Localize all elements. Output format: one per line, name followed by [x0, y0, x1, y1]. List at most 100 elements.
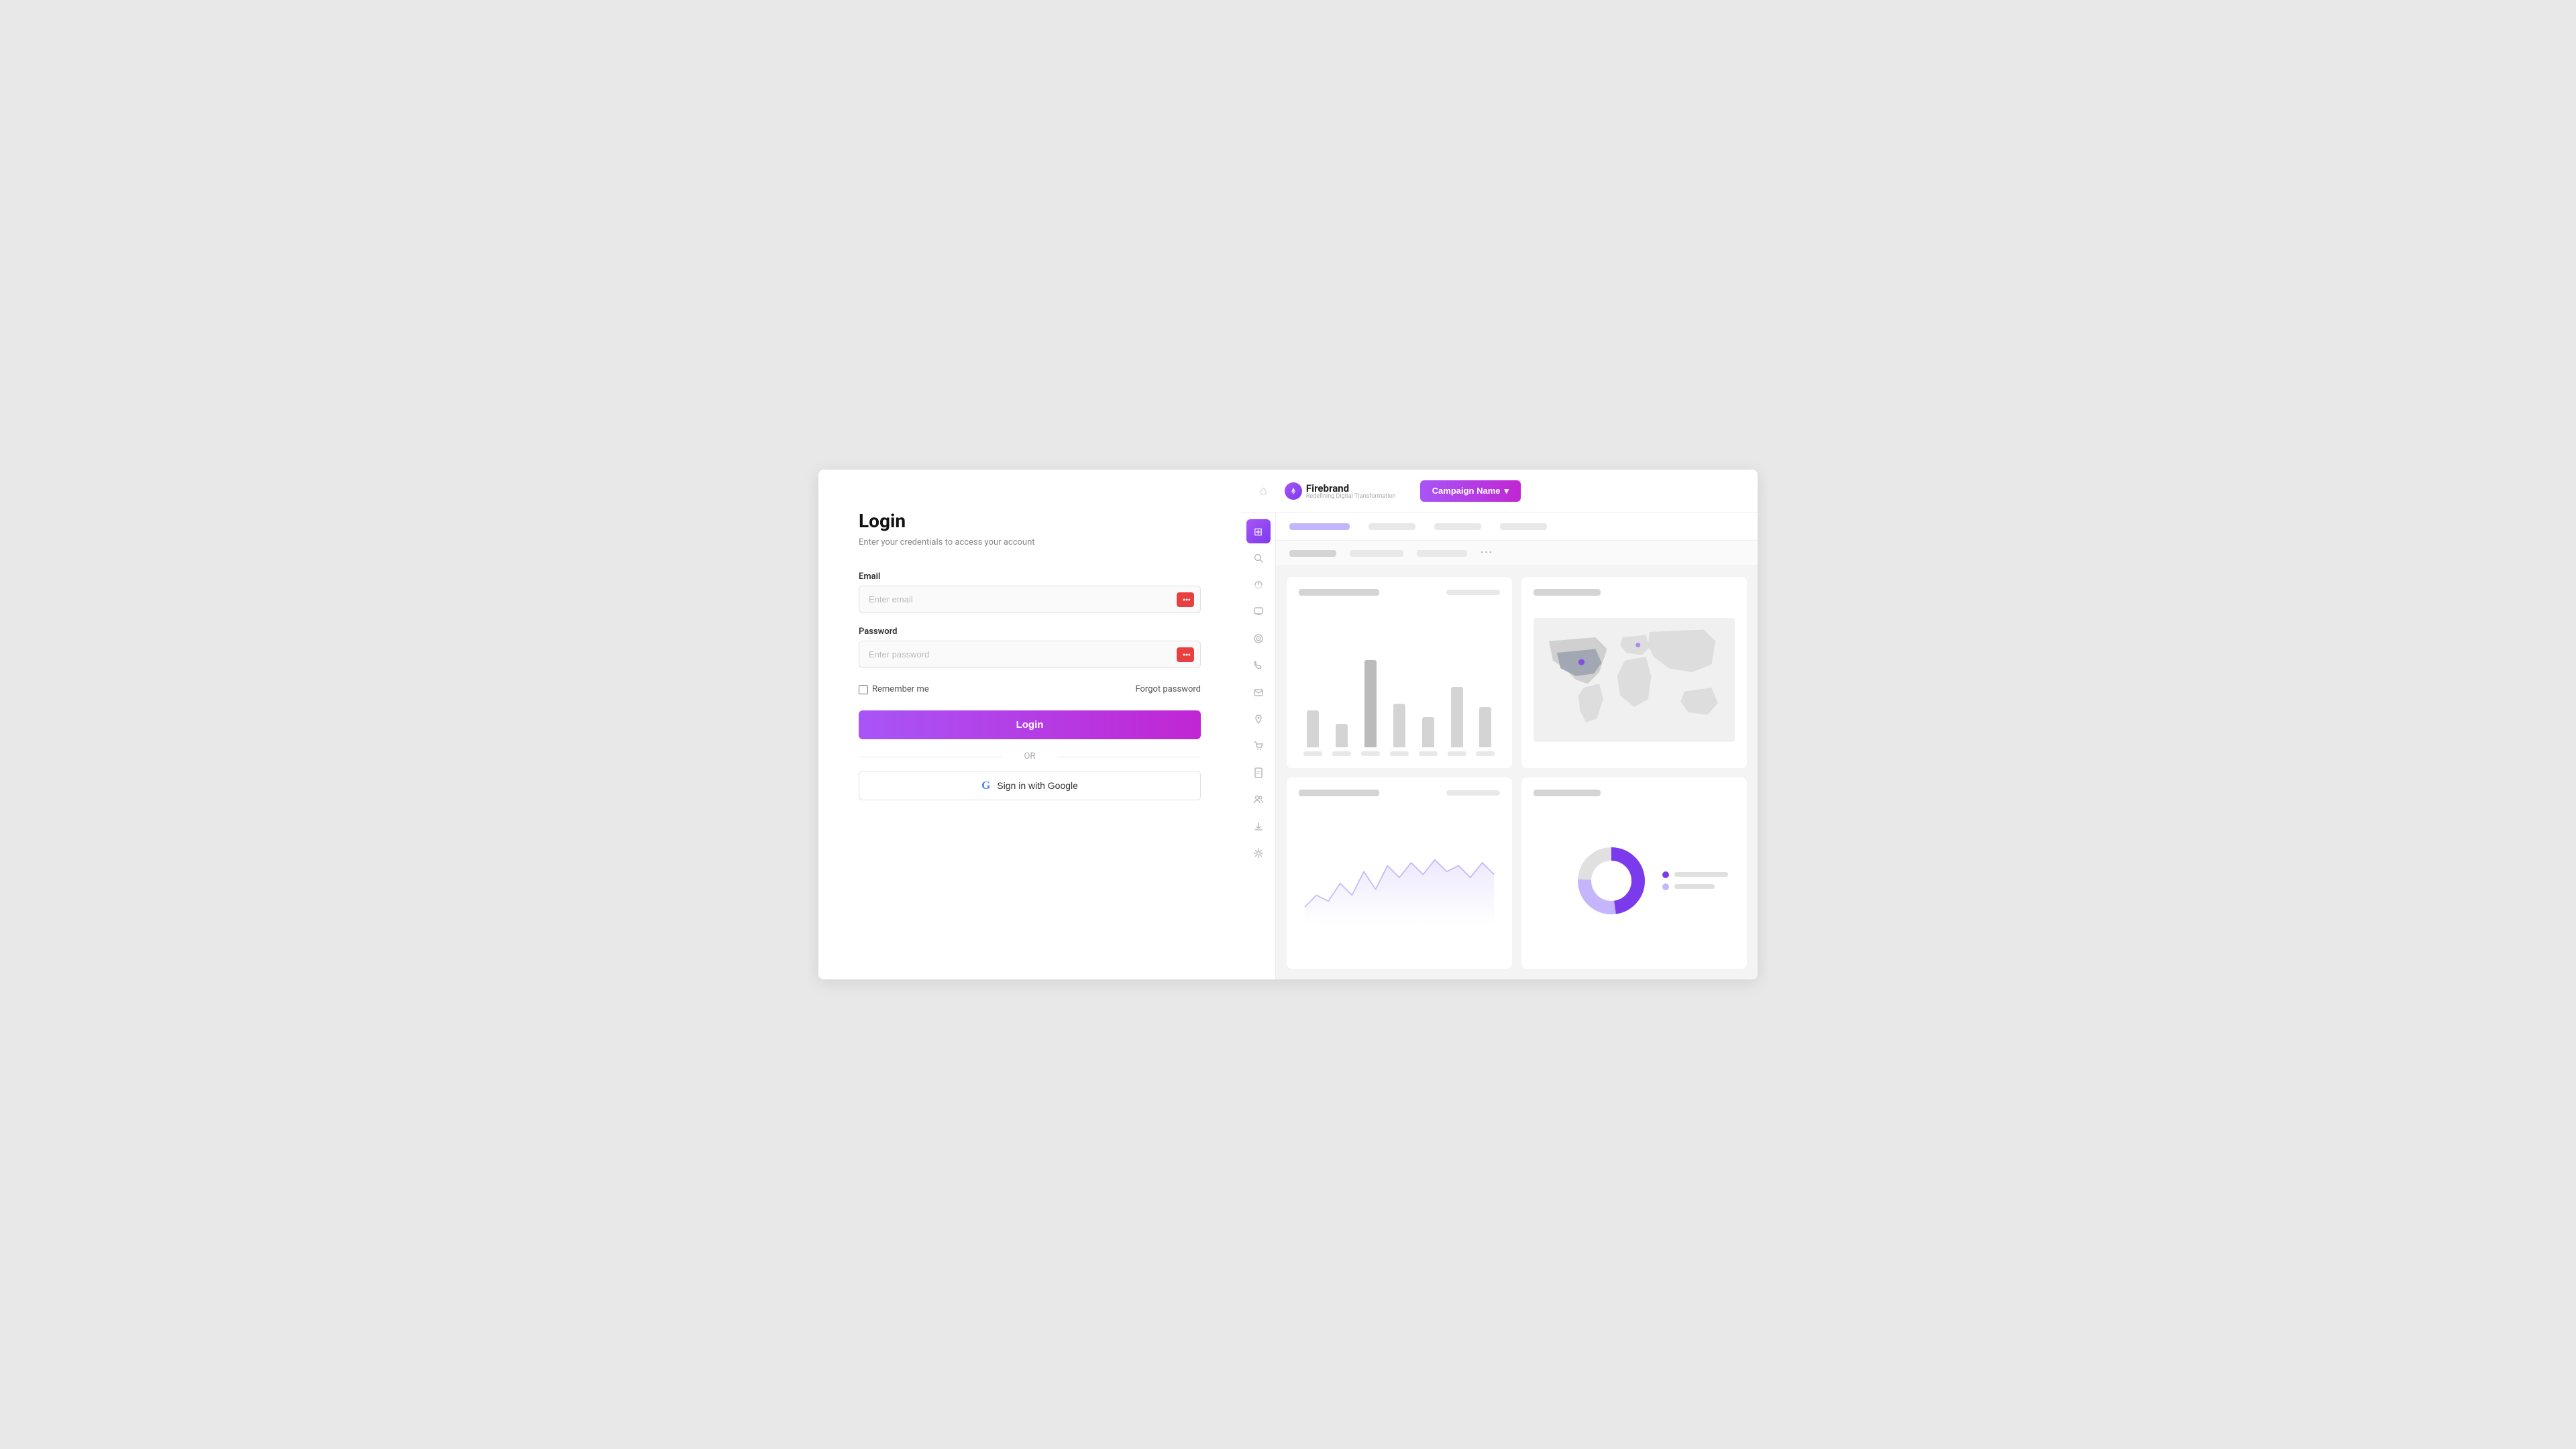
sub-nav-item-1[interactable] [1289, 550, 1336, 557]
donut-legend-label-1 [1674, 872, 1728, 877]
sub-nav-item-3[interactable] [1417, 550, 1467, 557]
form-options: Remember me Forgot password [859, 684, 1201, 694]
line-chart-title [1299, 790, 1379, 796]
email-form-group: Email [859, 572, 1201, 613]
email-icon-btn[interactable] [1177, 592, 1194, 607]
brand-logo: Firebrand Redefining Digital Transformat… [1285, 482, 1396, 500]
donut-chart-title [1534, 790, 1601, 796]
password-icon-btn[interactable] [1177, 647, 1194, 662]
line-chart-header [1299, 790, 1500, 796]
bar-label-3 [1361, 751, 1380, 756]
map-chart-title [1534, 589, 1601, 596]
map-chart-card [1521, 577, 1747, 768]
password-input-wrapper [859, 641, 1201, 668]
sidebar-item-settings[interactable] [1246, 841, 1271, 865]
sidebar-item-analytics[interactable] [1246, 573, 1271, 597]
campaign-button[interactable]: Campaign Name ▾ [1420, 480, 1521, 502]
bar-group-2 [1336, 724, 1348, 747]
map-svg [1534, 604, 1735, 756]
sidebar-item-target[interactable] [1246, 627, 1271, 651]
login-title: Login [859, 510, 1201, 532]
bar-label-6 [1448, 751, 1466, 756]
sidebar-item-grid[interactable]: ⊞ [1246, 519, 1271, 543]
line-chart-meta [1446, 790, 1500, 796]
bar-label-2 [1332, 751, 1351, 756]
map-chart [1534, 604, 1735, 756]
bar-chart-meta [1446, 590, 1500, 595]
sidebar-item-download[interactable] [1246, 814, 1271, 839]
bar-5 [1422, 717, 1434, 747]
sidebar-item-search[interactable] [1246, 546, 1271, 570]
sub-nav: ••• [1276, 541, 1758, 566]
topbar: ⌂ Firebrand Redefining Digital Transform… [1241, 470, 1758, 513]
bar-group-4 [1393, 704, 1405, 747]
remember-checkbox[interactable] [859, 685, 868, 694]
forgot-password-link[interactable]: Forgot password [1135, 684, 1201, 694]
donut-chart-card [1521, 777, 1747, 969]
bar-group-7 [1479, 707, 1491, 747]
bar-group-6 [1451, 687, 1463, 747]
brand-tagline: Redefining Digital Transformation [1306, 493, 1396, 500]
line-chart [1299, 804, 1500, 957]
sidebar-item-users[interactable] [1246, 788, 1271, 812]
sidebar-item-chat[interactable] [1246, 600, 1271, 624]
donut-legend-item-1 [1662, 871, 1728, 878]
donut-legend [1662, 871, 1728, 890]
login-button[interactable]: Login [859, 710, 1201, 739]
sub-nav-more[interactable]: ••• [1481, 548, 1493, 558]
map-chart-header [1534, 589, 1735, 596]
donut-chart-svg [1571, 841, 1652, 921]
charts-area [1276, 566, 1758, 979]
donut-legend-item-2 [1662, 883, 1728, 890]
bar-label-4 [1390, 751, 1409, 756]
bar-group-5 [1422, 717, 1434, 747]
bar-2 [1336, 724, 1348, 747]
donut-legend-dot-2 [1662, 883, 1669, 890]
content-area: ••• [1276, 513, 1758, 979]
outer-container: Login Enter your credentials to access y… [818, 470, 1758, 979]
password-label: Password [859, 627, 1201, 637]
password-input[interactable] [859, 641, 1201, 668]
google-icon: G [981, 779, 990, 792]
bar-chart-card [1287, 577, 1512, 768]
sidebar-item-email[interactable] [1246, 680, 1271, 704]
line-chart-svg [1299, 804, 1500, 957]
bar-3 [1364, 660, 1377, 747]
email-input-wrapper [859, 586, 1201, 613]
nav-tab-1[interactable] [1368, 523, 1415, 530]
dashboard-panel: ⌂ Firebrand Redefining Digital Transform… [1241, 470, 1758, 979]
bar-label-5 [1419, 751, 1438, 756]
sidebar-item-location[interactable] [1246, 707, 1271, 731]
google-signin-label: Sign in with Google [997, 780, 1078, 791]
bar-label-1 [1303, 751, 1322, 756]
campaign-dropdown-icon: ▾ [1505, 486, 1509, 496]
bar-group-3 [1364, 660, 1377, 747]
remember-label[interactable]: Remember me [859, 684, 929, 694]
bar-1 [1307, 710, 1319, 747]
sidebar-item-cart[interactable] [1246, 734, 1271, 758]
donut-chart [1534, 804, 1735, 957]
nav-tab-3[interactable] [1500, 523, 1547, 530]
password-form-group: Password [859, 627, 1201, 668]
donut-chart-header [1534, 790, 1735, 796]
or-divider: OR [859, 751, 1201, 761]
login-subtitle: Enter your credentials to access your ac… [859, 537, 1201, 547]
bar-chart [1299, 604, 1500, 747]
bar-7 [1479, 707, 1491, 747]
brand-icon [1285, 482, 1302, 500]
bar-6 [1451, 687, 1463, 747]
sidebar-item-document[interactable] [1246, 761, 1271, 785]
nav-tabs [1276, 513, 1758, 541]
sidebar: ⊞ [1241, 513, 1276, 979]
login-panel: Login Enter your credentials to access y… [818, 470, 1241, 979]
sub-nav-item-2[interactable] [1350, 550, 1403, 557]
email-input[interactable] [859, 586, 1201, 613]
bar-chart-labels [1299, 751, 1500, 756]
home-icon[interactable]: ⌂ [1260, 484, 1267, 498]
sidebar-item-phone[interactable] [1246, 653, 1271, 678]
nav-tab-2[interactable] [1434, 523, 1481, 530]
bar-label-7 [1476, 751, 1495, 756]
google-signin-button[interactable]: G Sign in with Google [859, 771, 1201, 800]
bar-chart-title [1299, 589, 1379, 596]
nav-tab-active[interactable] [1289, 523, 1350, 530]
